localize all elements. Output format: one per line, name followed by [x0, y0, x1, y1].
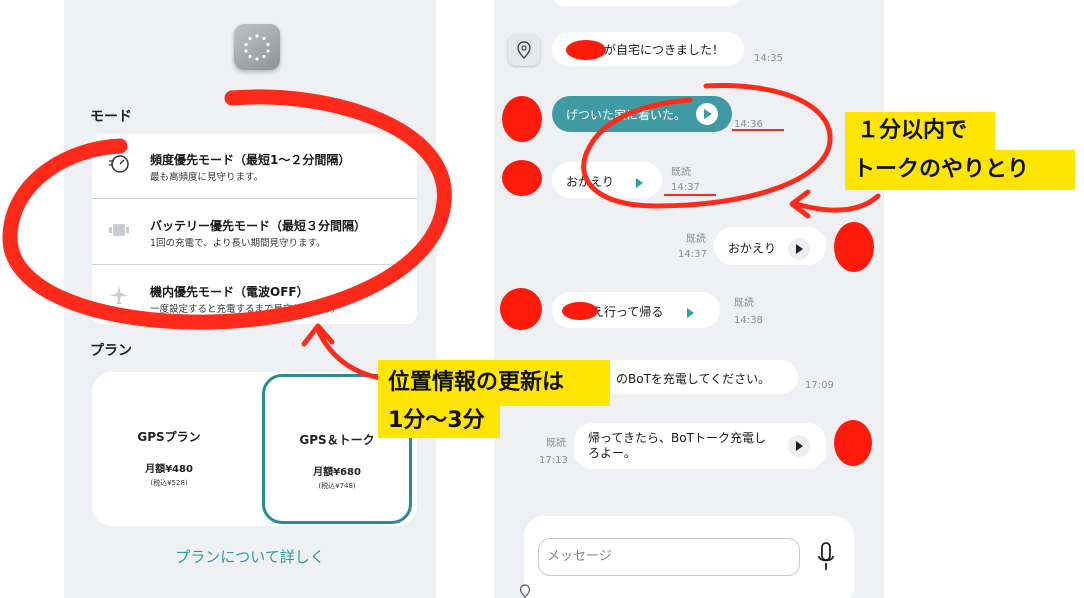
callout-location-line2: 1分〜3分: [378, 406, 500, 438]
underline-mark: [732, 129, 784, 131]
callout-talk-line2: トークのやりとり: [845, 150, 1075, 190]
underline-mark: [664, 194, 716, 196]
callout-location-line1: 位置情報の更新は: [378, 360, 610, 406]
callout-talk-line1: １分以内で: [845, 112, 995, 150]
annotation-overlay: [2, 83, 881, 381]
